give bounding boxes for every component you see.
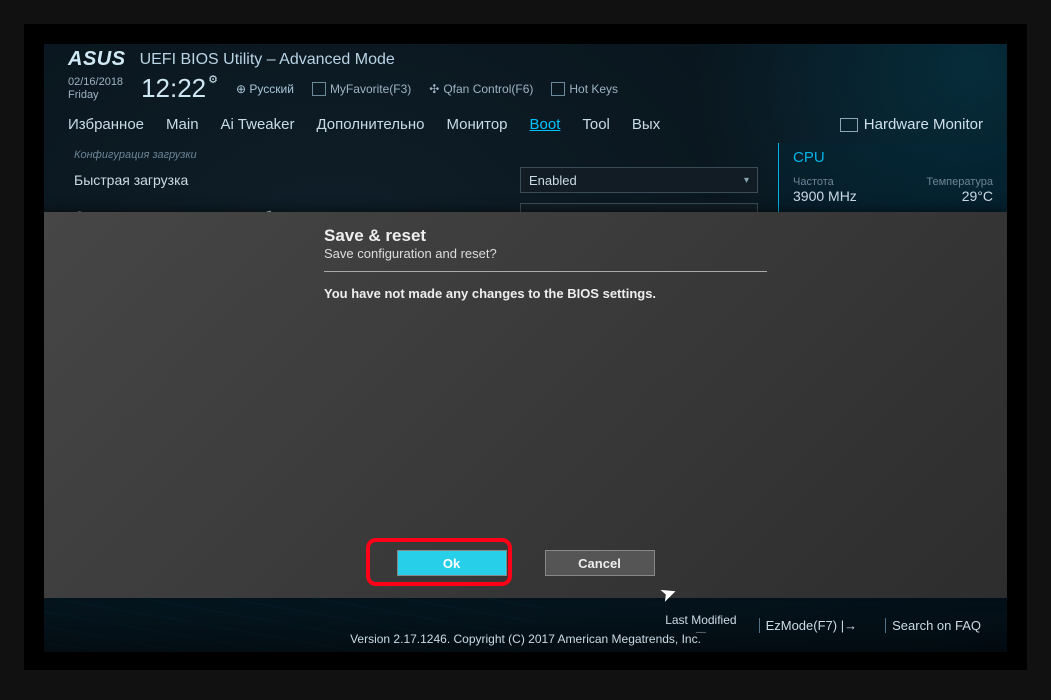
version-text: Version 2.17.1246. Copyright (C) 2017 Am… [350, 632, 701, 646]
keyboard-icon [551, 82, 565, 96]
search-faq-button[interactable]: Search on FAQ [885, 618, 987, 633]
hardware-monitor-link[interactable]: Hardware Monitor [840, 116, 983, 133]
fan-icon: ✣ [429, 82, 439, 96]
dialog-subtitle: Save configuration and reset? [324, 246, 767, 261]
cpu-heading: CPU [793, 149, 993, 166]
clock-time: 12:22 [141, 73, 206, 104]
cpu-temp-value: 29°C [962, 188, 993, 204]
qfan-button[interactable]: ✣Qfan Control(F6) [429, 82, 533, 96]
date-value: 02/16/2018 [68, 76, 123, 88]
tab-advanced[interactable]: Дополнительно [316, 116, 424, 133]
tab-monitor[interactable]: Монитор [446, 116, 507, 133]
tab-exit[interactable]: Вых [632, 116, 660, 133]
myfavorite-button[interactable]: MyFavorite(F3) [312, 82, 411, 96]
footer-bar: Version 2.17.1246. Copyright (C) 2017 Am… [44, 598, 1007, 652]
tab-favorites[interactable]: Избранное [68, 116, 144, 133]
brand-logo: ASUS [68, 48, 126, 71]
cpu-freq-value: 3900 MHz [793, 188, 857, 204]
tab-boot[interactable]: Boot [530, 116, 561, 133]
cancel-button[interactable]: Cancel [545, 550, 655, 576]
date-block: 02/16/2018 Friday [68, 76, 123, 100]
tabs-bar: Избранное Main Ai Tweaker Дополнительно … [44, 110, 1007, 143]
hotkeys-button[interactable]: Hot Keys [551, 82, 618, 96]
fast-boot-value: Enabled [529, 173, 577, 188]
star-icon [312, 82, 326, 96]
day-value: Friday [68, 89, 123, 101]
monitor-icon [840, 118, 858, 132]
chevron-down-icon: ▾ [744, 175, 749, 186]
save-reset-dialog: Save & reset Save configuration and rese… [44, 212, 1007, 598]
language-selector[interactable]: ⊕ Русский [236, 82, 294, 96]
dialog-message: You have not made any changes to the BIO… [324, 286, 767, 301]
bios-title: UEFI BIOS Utility – Advanced Mode [140, 51, 395, 69]
ok-button[interactable]: Ok [397, 550, 507, 576]
switch-icon: |→ [841, 618, 857, 633]
tab-tool[interactable]: Tool [582, 116, 610, 133]
tab-ai-tweaker[interactable]: Ai Tweaker [221, 116, 295, 133]
clock[interactable]: 12:22⚙ [141, 73, 218, 104]
dialog-title: Save & reset [324, 226, 767, 246]
breadcrumb: Конфигурация загрузки [74, 149, 758, 161]
dialog-divider [324, 271, 767, 272]
cpu-temp-label: Температура [926, 176, 993, 188]
ezmode-button[interactable]: EzMode(F7) |→ [759, 618, 864, 633]
cpu-freq-label: Частота [793, 176, 834, 188]
gear-icon[interactable]: ⚙ [208, 73, 218, 86]
fast-boot-label: Быстрая загрузка [74, 172, 188, 188]
fast-boot-dropdown[interactable]: Enabled ▾ [520, 167, 758, 193]
tab-main[interactable]: Main [166, 116, 199, 133]
